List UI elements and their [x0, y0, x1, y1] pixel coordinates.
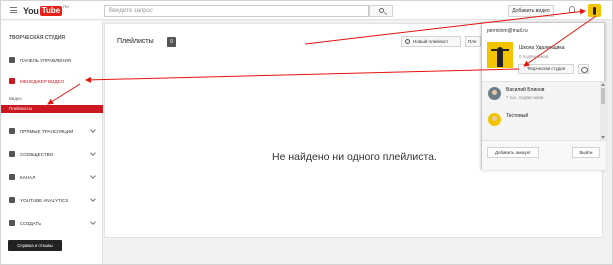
sidebar-subitem-videos[interactable]: Видео — [1, 95, 103, 103]
channel-name: Школа Удаленщика — [519, 45, 565, 51]
add-account-button[interactable]: Добавить аккаунт — [487, 147, 539, 158]
chevron-down-icon — [90, 219, 96, 225]
account-dropdown: permiinm@mail.ru Школа Удаленщика 0 подп… — [481, 22, 606, 170]
studio-sidebar: ТВОРЧЕСКАЯ СТУДИЯ ПАНЕЛЬ УПРАВЛЕНИЯ МЕНЕ… — [1, 21, 103, 264]
playlist-count-badge: 0 — [167, 37, 176, 47]
chevron-down-icon — [90, 127, 96, 133]
sidebar-item-live[interactable]: ПРЯМЫЕ ТРАНСЛЯЦИИ — [1, 125, 103, 137]
account-subscribers: 7 тыс. подписчиков — [506, 95, 544, 100]
logo-region-text: RU — [63, 4, 70, 9]
channel-avatar — [487, 42, 513, 68]
gear-icon[interactable] — [578, 64, 589, 74]
bell-icon[interactable] — [569, 6, 575, 13]
account-dropdown-footer: Добавить аккаунт Выйти — [482, 140, 606, 170]
sidebar-item-analytics[interactable]: YOUTUBE ANALYTICS — [1, 194, 103, 206]
sidebar-item-community[interactable]: СООБЩЕСТВО — [1, 148, 103, 160]
sort-button[interactable]: Пле — [465, 36, 481, 47]
account-name: Василий Блинов — [506, 87, 545, 93]
avatar — [488, 113, 501, 126]
account-avatar-button[interactable] — [588, 4, 601, 17]
avatar-arms — [491, 49, 509, 51]
video-manager-icon — [9, 78, 15, 84]
account-name: Тестовый — [506, 113, 529, 119]
account-list: Василий Блинов 7 тыс. подписчиков Тестов… — [482, 82, 600, 140]
masthead: You Tube RU Введите запрос Добавить виде… — [1, 1, 612, 20]
youtube-logo[interactable]: You Tube RU — [23, 4, 70, 16]
avatar — [488, 87, 501, 100]
sidebar-item-label: СООБЩЕСТВО — [20, 151, 54, 157]
logo-you-text: You — [23, 5, 39, 16]
account-item[interactable]: Василий Блинов 7 тыс. подписчиков — [482, 82, 600, 106]
sidebar-subitem-playlists[interactable]: Плейлисты — [1, 105, 103, 113]
account-list-scrollbar[interactable] — [600, 82, 606, 140]
scrollbar-thumb[interactable] — [601, 88, 605, 104]
analytics-icon — [9, 197, 15, 203]
sidebar-item-channel[interactable]: КАНАЛ — [1, 171, 103, 183]
plus-icon — [405, 39, 410, 44]
create-icon — [9, 220, 15, 226]
sidebar-item-create[interactable]: СОЗДАТЬ — [1, 217, 103, 229]
search-placeholder: Введите запрос — [109, 8, 153, 14]
sidebar-item-video-manager[interactable]: МЕНЕДЖЕР ВИДЕО — [1, 75, 103, 87]
sidebar-item-label: МЕНЕДЖЕР ВИДЕО — [20, 78, 65, 84]
logo-tube-text: Tube — [39, 5, 63, 16]
sidebar-item-label: ПАНЕЛЬ УПРАВЛЕНИЯ — [20, 57, 72, 63]
studio-title: ТВОРЧЕСКАЯ СТУДИЯ — [9, 35, 66, 41]
new-playlist-label: Новый плейлист — [413, 39, 449, 44]
chevron-down-icon — [90, 150, 96, 156]
channel-subscribers: 0 подписчиков — [519, 54, 549, 59]
scroll-up-icon[interactable] — [601, 83, 605, 86]
menu-icon[interactable] — [10, 7, 17, 13]
dashboard-icon — [9, 57, 15, 63]
search-button[interactable] — [369, 5, 393, 17]
account-email: permiinm@mail.ru — [487, 28, 528, 34]
sidebar-item-label: КАНАЛ — [20, 174, 36, 180]
chevron-down-icon — [90, 196, 96, 202]
account-item[interactable]: Тестовый — [482, 108, 600, 132]
sidebar-item-label: ПРЯМЫЕ ТРАНСЛЯЦИИ — [20, 128, 74, 134]
channel-icon — [9, 174, 15, 180]
logout-button[interactable]: Выйти — [572, 147, 600, 158]
community-icon — [9, 151, 15, 157]
new-playlist-button[interactable]: Новый плейлист — [401, 36, 461, 47]
live-icon — [9, 128, 15, 134]
scroll-down-icon[interactable] — [601, 136, 605, 139]
search-icon — [379, 8, 384, 13]
search-input[interactable]: Введите запрос — [104, 5, 369, 17]
sidebar-item-label: YOUTUBE ANALYTICS — [20, 197, 69, 203]
page-title: Плейлисты — [117, 38, 154, 45]
sidebar-item-label: СОЗДАТЬ — [20, 220, 42, 226]
creator-studio-button[interactable]: Творческая студия — [518, 64, 574, 74]
sidebar-item-dashboard[interactable]: ПАНЕЛЬ УПРАВЛЕНИЯ — [1, 54, 103, 66]
chevron-down-icon — [90, 173, 96, 179]
add-video-button[interactable]: Добавить видео — [508, 5, 554, 17]
help-feedback-button[interactable]: Справка и отзывы — [8, 240, 62, 251]
